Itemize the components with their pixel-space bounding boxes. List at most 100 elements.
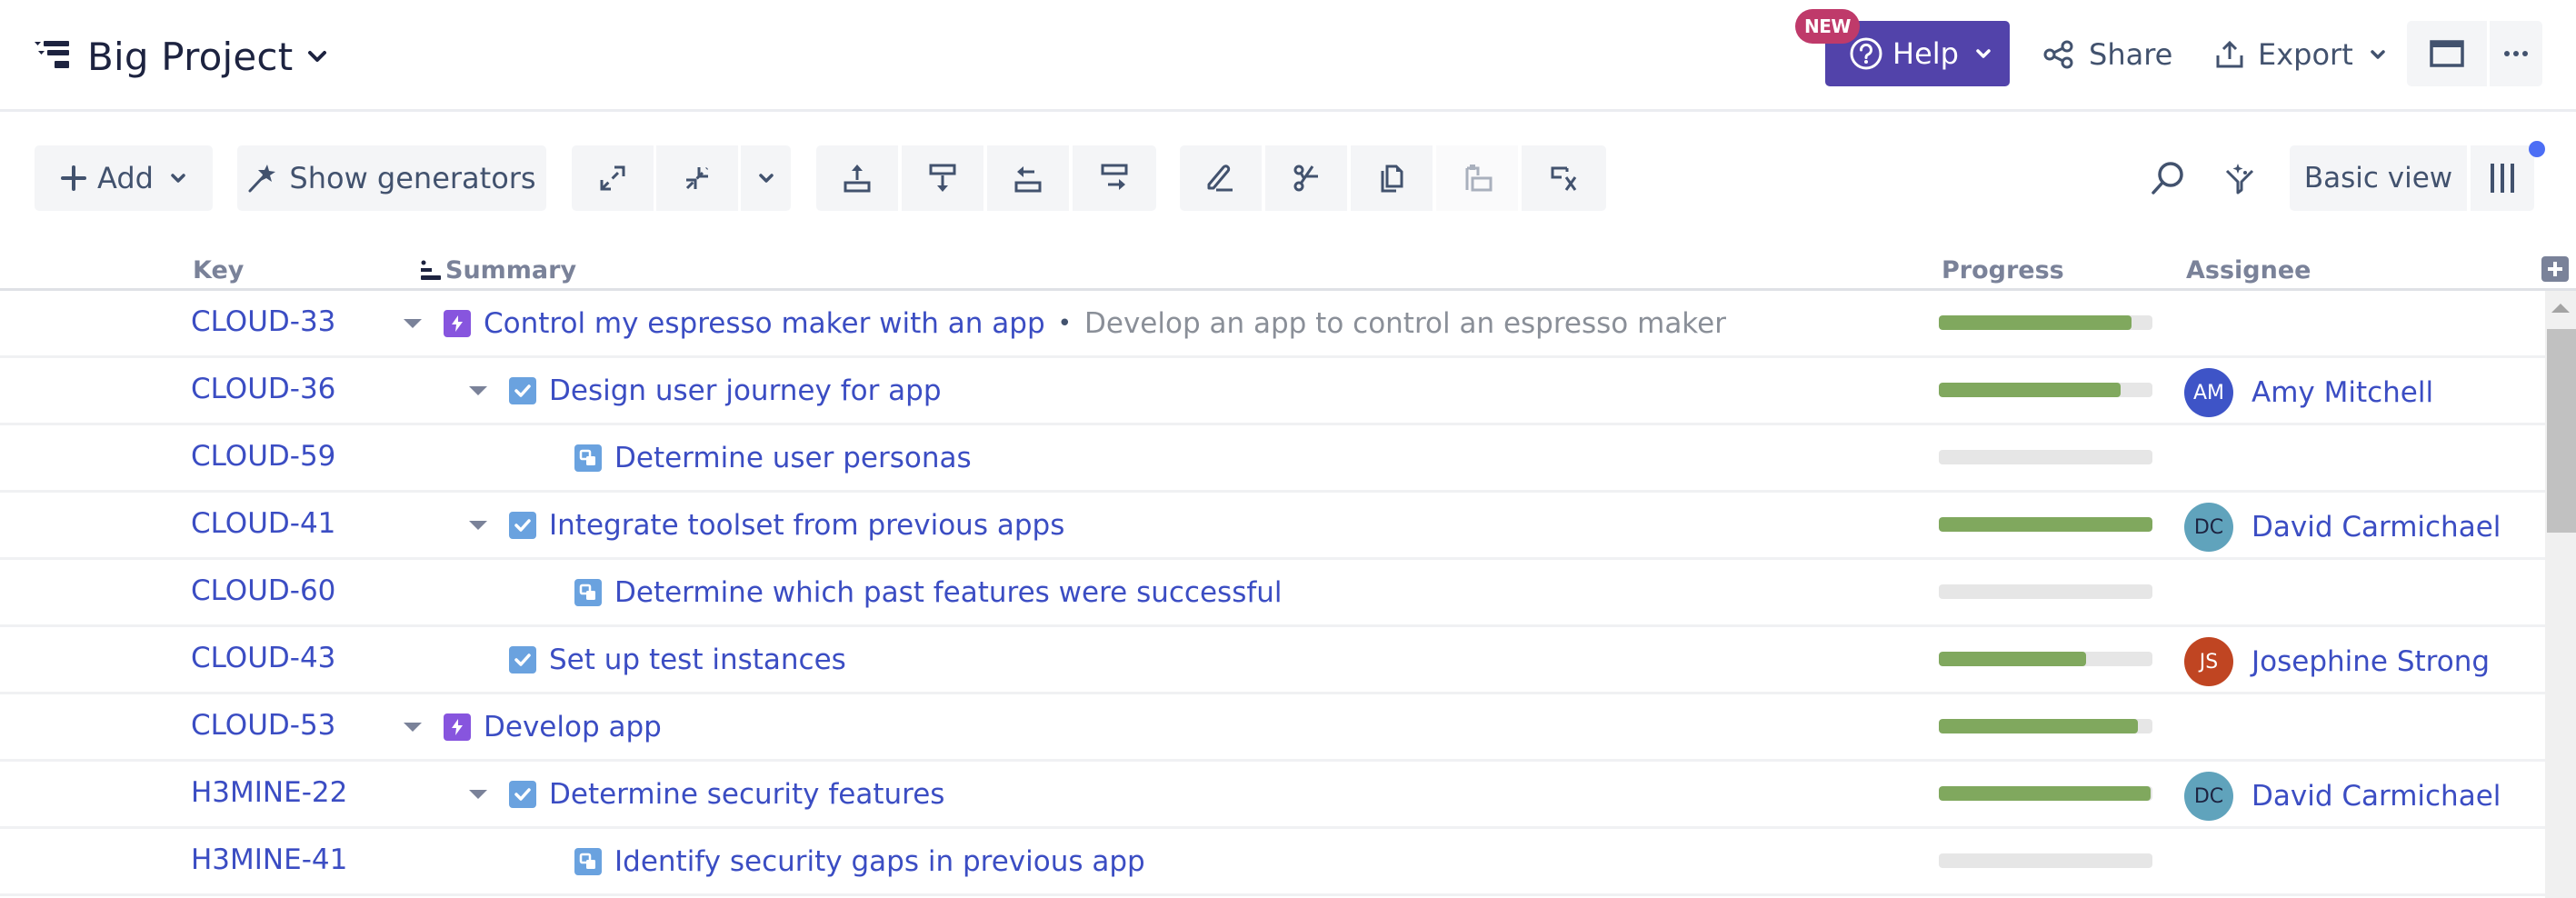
avatar: JS (2184, 637, 2233, 686)
more-button[interactable] (2490, 21, 2542, 86)
show-generators-button[interactable]: Show generators (237, 145, 546, 211)
scrollbar-thumb[interactable] (2547, 329, 2576, 533)
scroll-up-button[interactable] (2545, 302, 2576, 320)
column-header-summary[interactable]: Summary (420, 256, 576, 284)
remove-button[interactable] (1522, 145, 1606, 211)
indent-button[interactable] (1073, 145, 1156, 211)
issue-summary[interactable]: Identify security gaps in previous app (614, 845, 1145, 878)
edit-button[interactable] (1180, 145, 1262, 211)
table-row[interactable]: CLOUD-41 Integrate toolset from previous … (0, 493, 2545, 560)
task-type-icon (509, 646, 536, 674)
issue-summary[interactable]: Determine user personas (614, 442, 972, 474)
move-up-button[interactable] (816, 145, 898, 211)
window-controls (2407, 21, 2542, 86)
expand-caret-icon[interactable] (467, 788, 489, 801)
column-header-key[interactable]: Key (193, 256, 244, 284)
search-button[interactable] (2141, 145, 2195, 211)
chevron-down-icon (1976, 49, 1991, 58)
table-row[interactable]: CLOUD-59 Determine user personas (0, 425, 2545, 493)
export-button[interactable]: Export (2214, 27, 2399, 82)
issue-key[interactable]: CLOUD-43 (191, 642, 335, 674)
collapse-all-button[interactable] (656, 145, 738, 211)
issue-summary[interactable]: Develop app (484, 711, 662, 743)
assignee[interactable]: JS Josephine Strong (2184, 637, 2490, 686)
issue-key[interactable]: CLOUD-36 (191, 373, 335, 405)
assignee[interactable]: DC David Carmichael (2184, 772, 2501, 821)
epic-icon (452, 719, 463, 735)
cut-button[interactable] (1265, 145, 1347, 211)
expand-caret-icon[interactable] (402, 721, 424, 733)
table-row[interactable]: CLOUD-36 Design user journey for app AM Amy… (0, 358, 2545, 425)
table-row[interactable]: CLOUD-33 Control my espresso maker with a… (0, 291, 2545, 358)
magic-wand-icon (248, 165, 276, 193)
basic-view-button[interactable]: Basic view (2290, 145, 2467, 211)
indent-icon (1101, 164, 1128, 190)
issue-summary[interactable]: Control my espresso maker with an app (484, 307, 1045, 340)
paste-button[interactable] (1436, 145, 1518, 211)
summary-cell: Control my espresso maker with an app • De… (402, 304, 1726, 344)
issue-key[interactable]: H3MINE-22 (191, 776, 347, 809)
help-icon (1850, 37, 1882, 70)
new-badge: NEW (1795, 9, 1860, 44)
column-header-assignee[interactable]: Assignee (2186, 256, 2311, 284)
table-row[interactable]: H3MINE-41 Identify security gaps in previ… (0, 829, 2545, 896)
fullscreen-button[interactable] (2407, 21, 2487, 86)
epic-type-icon (444, 713, 471, 741)
outdent-button[interactable] (987, 145, 1069, 211)
move-up-icon (844, 165, 871, 193)
share-button[interactable]: Share (2043, 27, 2172, 82)
project-selector[interactable]: Big Project (35, 29, 327, 84)
progress-bar (1939, 584, 2152, 599)
issue-key[interactable]: CLOUD-33 (191, 305, 335, 338)
task-checkbox-icon (514, 384, 531, 397)
summary-label: Summary (445, 256, 577, 284)
progress-fill (1939, 315, 2132, 330)
help-label: Help (1892, 36, 1959, 71)
move-down-button[interactable] (902, 145, 983, 211)
vertical-scrollbar[interactable] (2545, 291, 2576, 898)
columns-button[interactable] (2471, 145, 2534, 211)
issue-key[interactable]: CLOUD-41 (191, 507, 335, 540)
table-row[interactable]: CLOUD-60 Determine which past features we… (0, 560, 2545, 627)
copy-button[interactable] (1351, 145, 1433, 211)
expand-caret-icon[interactable] (467, 519, 489, 532)
assignee-name: David Carmichael (2252, 780, 2501, 813)
subtask-icon (579, 449, 595, 465)
issue-summary[interactable]: Determine which past features were succe… (614, 576, 1283, 609)
plus-icon (61, 165, 87, 191)
issue-key[interactable]: CLOUD-60 (191, 574, 335, 607)
scissors-icon (1293, 165, 1318, 192)
summary-cell: Identify security gaps in previous app (533, 842, 1145, 882)
assignee[interactable]: AM Amy Mitchell (2184, 368, 2433, 417)
window-icon (2430, 40, 2464, 67)
table-row[interactable]: CLOUD-53 Develop app (0, 694, 2545, 762)
expand-options-button[interactable] (741, 145, 791, 211)
issue-summary[interactable]: Integrate toolset from previous apps (549, 509, 1064, 542)
issue-summary[interactable]: Determine security features (549, 778, 944, 811)
share-label: Share (2089, 37, 2173, 72)
expand-all-button[interactable] (572, 145, 654, 211)
table-row[interactable]: H3MINE-22 Determine security features DC Da… (0, 762, 2545, 829)
paste-icon (1465, 165, 1493, 192)
assignee[interactable]: DC David Carmichael (2184, 503, 2501, 552)
issue-key[interactable]: CLOUD-53 (191, 709, 335, 742)
task-type-icon (509, 512, 536, 539)
expand-caret-icon[interactable] (402, 317, 424, 330)
issue-key[interactable]: H3MINE-41 (191, 843, 347, 876)
expand-caret-icon[interactable] (467, 384, 489, 397)
move-down-icon (929, 164, 956, 192)
add-button[interactable]: Add (35, 145, 213, 211)
separator-dot: • (1057, 310, 1072, 337)
arrow-up-icon (2551, 304, 2570, 313)
add-column-button[interactable] (2541, 256, 2569, 282)
chevron-down-icon (758, 174, 774, 183)
table-row[interactable]: CLOUD-43 Set up test instances JS Josephine… (0, 627, 2545, 694)
filter-button[interactable] (2214, 145, 2269, 211)
progress-fill (1939, 719, 2138, 733)
issue-key[interactable]: CLOUD-59 (191, 440, 335, 473)
column-header-progress[interactable]: Progress (1942, 256, 2064, 284)
title-bar: Big Project Help NEW Share Export (0, 0, 2576, 112)
task-checkbox-icon (514, 788, 531, 801)
issue-summary[interactable]: Design user journey for app (549, 374, 942, 407)
issue-summary[interactable]: Set up test instances (549, 644, 846, 676)
